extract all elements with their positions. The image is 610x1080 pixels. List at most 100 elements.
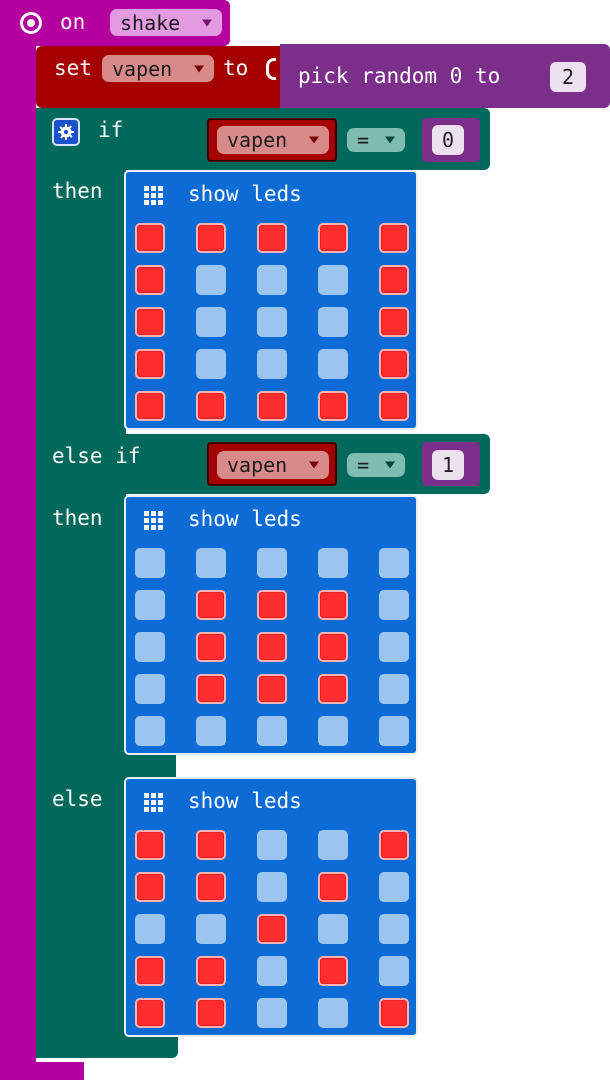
gesture-dropdown[interactable]: shake: [110, 9, 222, 36]
led-r5-c2[interactable]: [196, 391, 226, 421]
led-r3-c3[interactable]: [257, 632, 287, 662]
led-r1-c4[interactable]: [318, 830, 348, 860]
condition-2-variable-dropdown[interactable]: vapen: [217, 451, 329, 479]
led-r3-c5[interactable]: [379, 307, 409, 337]
led-r4-c1[interactable]: [135, 349, 165, 379]
led-r2-c4[interactable]: [318, 590, 348, 620]
led-r3-c5[interactable]: [379, 914, 409, 944]
event-block-body: [0, 40, 36, 1080]
condition-2-variable-name: vapen: [227, 453, 288, 477]
led-r2-c3[interactable]: [257, 590, 287, 620]
led-r3-c1[interactable]: [135, 914, 165, 944]
led-r2-c2[interactable]: [196, 872, 226, 902]
condition-2-number-input[interactable]: 1: [432, 450, 464, 480]
led-r2-c1[interactable]: [135, 872, 165, 902]
led-r2-c2[interactable]: [196, 265, 226, 295]
led-r4-c4[interactable]: [318, 956, 348, 986]
led-r1-c5[interactable]: [379, 830, 409, 860]
led-r1-c4[interactable]: [318, 223, 348, 253]
led-r3-c3[interactable]: [257, 914, 287, 944]
led-r2-c5[interactable]: [379, 872, 409, 902]
led-r1-c3[interactable]: [257, 830, 287, 860]
led-r1-c5[interactable]: [379, 223, 409, 253]
gesture-dropdown-value: shake: [120, 10, 181, 35]
led-r3-c4[interactable]: [318, 307, 348, 337]
chevron-down-icon: [309, 461, 319, 469]
led-r4-c2[interactable]: [196, 349, 226, 379]
led-r1-c2[interactable]: [196, 223, 226, 253]
led-r1-c5[interactable]: [379, 548, 409, 578]
set-variable-name: vapen: [112, 56, 173, 81]
led-r4-c3[interactable]: [257, 674, 287, 704]
led-r5-c3[interactable]: [257, 998, 287, 1028]
event-on-label: on: [60, 10, 86, 34]
led-r3-c3[interactable]: [257, 307, 287, 337]
led-r3-c2[interactable]: [196, 632, 226, 662]
led-r2-c3[interactable]: [257, 265, 287, 295]
led-r4-c5[interactable]: [379, 349, 409, 379]
led-r1-c3[interactable]: [257, 223, 287, 253]
led-r1-c2[interactable]: [196, 830, 226, 860]
chevron-down-icon: [202, 19, 212, 26]
led-r5-c1[interactable]: [135, 716, 165, 746]
led-r1-c1[interactable]: [135, 548, 165, 578]
condition-1-variable-dropdown[interactable]: vapen: [217, 126, 329, 154]
led-r4-c5[interactable]: [379, 674, 409, 704]
led-r1-c2[interactable]: [196, 548, 226, 578]
led-r2-c4[interactable]: [318, 265, 348, 295]
led-r4-c2[interactable]: [196, 956, 226, 986]
led-r2-c5[interactable]: [379, 265, 409, 295]
led-r1-c3[interactable]: [257, 548, 287, 578]
led-r2-c1[interactable]: [135, 590, 165, 620]
led-r5-c3[interactable]: [257, 716, 287, 746]
set-label: set: [54, 56, 92, 80]
show-leds-block-3[interactable]: show leds: [124, 777, 418, 1037]
led-r2-c5[interactable]: [379, 590, 409, 620]
led-r5-c4[interactable]: [318, 391, 348, 421]
led-r3-c1[interactable]: [135, 632, 165, 662]
show-leds-block-2[interactable]: show leds: [124, 495, 418, 755]
condition-1-number-input[interactable]: 0: [432, 125, 464, 155]
condition-2-operator-dropdown[interactable]: =: [347, 453, 405, 477]
else-if-label: else if: [52, 444, 141, 468]
condition-1-operator-dropdown[interactable]: =: [347, 128, 405, 152]
led-r2-c1[interactable]: [135, 265, 165, 295]
led-r4-c3[interactable]: [257, 349, 287, 379]
led-r4-c5[interactable]: [379, 956, 409, 986]
led-r3-c4[interactable]: [318, 914, 348, 944]
else-row: [126, 752, 176, 778]
set-variable-dropdown[interactable]: vapen: [102, 55, 214, 82]
led-r4-c1[interactable]: [135, 674, 165, 704]
show-leds-label: show leds: [188, 182, 302, 206]
led-r5-c5[interactable]: [379, 716, 409, 746]
led-r3-c1[interactable]: [135, 307, 165, 337]
show-leds-label: show leds: [188, 507, 302, 531]
led-r2-c2[interactable]: [196, 590, 226, 620]
led-r4-c2[interactable]: [196, 674, 226, 704]
led-r5-c2[interactable]: [196, 998, 226, 1028]
led-r5-c2[interactable]: [196, 716, 226, 746]
led-r3-c4[interactable]: [318, 632, 348, 662]
led-r5-c4[interactable]: [318, 716, 348, 746]
led-r5-c3[interactable]: [257, 391, 287, 421]
led-r1-c1[interactable]: [135, 223, 165, 253]
random-max-input[interactable]: 2: [550, 62, 586, 92]
led-r5-c5[interactable]: [379, 998, 409, 1028]
led-r1-c4[interactable]: [318, 548, 348, 578]
led-r5-c4[interactable]: [318, 998, 348, 1028]
led-r5-c1[interactable]: [135, 391, 165, 421]
led-r4-c4[interactable]: [318, 349, 348, 379]
led-r5-c1[interactable]: [135, 998, 165, 1028]
led-r3-c2[interactable]: [196, 914, 226, 944]
led-r4-c1[interactable]: [135, 956, 165, 986]
show-leds-block-1[interactable]: show leds: [124, 170, 418, 430]
led-r4-c3[interactable]: [257, 956, 287, 986]
led-r4-c4[interactable]: [318, 674, 348, 704]
led-r3-c5[interactable]: [379, 632, 409, 662]
led-r2-c4[interactable]: [318, 872, 348, 902]
led-r3-c2[interactable]: [196, 307, 226, 337]
led-r1-c1[interactable]: [135, 830, 165, 860]
led-r2-c3[interactable]: [257, 872, 287, 902]
led-r5-c5[interactable]: [379, 391, 409, 421]
gear-icon[interactable]: [52, 118, 80, 146]
